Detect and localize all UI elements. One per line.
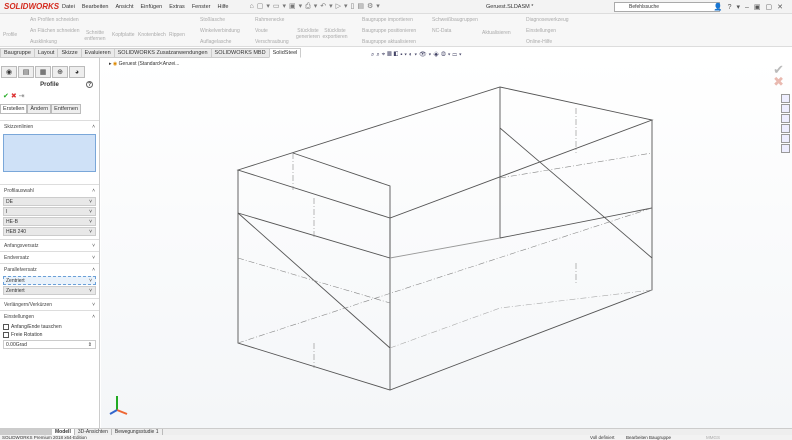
menu-ansicht[interactable]: Ansicht (115, 4, 133, 10)
command-search-input[interactable]: Befehlssuche (614, 2, 720, 12)
section-einstellungen[interactable]: Einstellungen (4, 314, 34, 320)
stosslasche-button[interactable]: Stoßlasche (200, 17, 225, 23)
section-parallelversatz[interactable]: Parallelversatz (4, 267, 37, 273)
menu-fenster[interactable]: Fenster (192, 4, 211, 10)
title-bar: SOLIDWORKS Datei Bearbeiten Ansicht Einfüge… (0, 0, 792, 14)
tab-skizze[interactable]: Skizze (57, 48, 82, 58)
series-select[interactable]: HE-B ˅ (3, 217, 96, 226)
subtab-entfernen[interactable]: Entfernen (51, 104, 82, 114)
einstellungen-button[interactable]: Einstellungen (526, 28, 556, 34)
tab-mbd[interactable]: SOLIDWORKS MBD (210, 48, 270, 58)
property-manager: ◉ ▤ ▦ ⊕ ◕ Profile? ✔ ✖ ⇥ Erstellen Ändern En… (0, 58, 100, 428)
profile-button[interactable]: Profile (3, 32, 17, 38)
status-mode: Bearbeiten Baugruppe (626, 435, 672, 440)
an-flaechen-schneiden-button[interactable]: An Flächen schneiden (30, 28, 79, 34)
standard-select[interactable]: DE ˅ (3, 197, 96, 206)
app-logo: SOLIDWORKS (4, 2, 60, 11)
nc-data-button[interactable]: NC-Data (432, 28, 451, 34)
auflagelasche-button[interactable]: Auflagelasche (200, 39, 231, 45)
kopfplatte-button[interactable]: Kopfplatte (112, 32, 135, 38)
quick-access-toolbar[interactable]: ⌂▢▾▭▾▣▾⎙▾↶▾▷▾▯▤⚙▾ (249, 2, 382, 11)
parallel-offset-select-2[interactable]: Zentriert ˅ (3, 286, 96, 295)
an-profilen-schneiden-button[interactable]: An Profilen schneiden (30, 17, 79, 23)
baugruppe-aktualisieren-button[interactable]: Baugruppe aktualisieren (362, 39, 416, 45)
sketch-lines-list[interactable] (3, 134, 96, 172)
free-rotation-checkbox[interactable]: Freie Rotation (3, 332, 96, 338)
size-select[interactable]: HEB 240 ˅ (3, 227, 96, 236)
menu-bearbeiten[interactable]: Bearbeiten (82, 4, 109, 10)
status-bar: SOLIDWORKS Premium 2018 x64-Edition Voll… (0, 435, 792, 440)
status-defined: Voll definiert (590, 435, 615, 440)
menu-hilfe[interactable]: Hilfe (217, 4, 228, 10)
tab-solidsteel[interactable]: SolidSteel (268, 48, 302, 58)
menu-datei[interactable]: Datei (62, 4, 75, 10)
status-units[interactable]: MMGS (706, 435, 720, 440)
voute-button[interactable]: Voute (255, 28, 268, 34)
subtab-aendern[interactable]: Ändern (27, 104, 52, 114)
menu-einfuegen[interactable]: Einfügen (141, 4, 163, 10)
section-verlaengern[interactable]: Verlängern/Verkürzen (4, 302, 52, 308)
verschraubung-button[interactable]: Verschraubung (255, 39, 289, 45)
aktualisieren-button[interactable]: Aktualisieren (482, 30, 511, 36)
pin-icon[interactable]: ⇥ (19, 93, 25, 100)
window-controls[interactable]: 👤?▾–▣▢✕ (714, 3, 788, 11)
stueckliste-exportieren-button[interactable]: Stückliste exportieren (322, 28, 348, 40)
winkelverbindung-button[interactable]: Winkelverbindung (200, 28, 240, 34)
status-edition: SOLIDWORKS Premium 2018 x64-Edition (2, 435, 87, 440)
bottom-tabs: Modell 3D-Ansichten Bewegungsstudie 1 (0, 428, 792, 435)
document-title: Geruest.SLDASM * (486, 3, 534, 10)
rahmenecke-button[interactable]: Rahmenecke (255, 17, 284, 23)
ausklinkung-button[interactable]: Ausklinkung (30, 39, 57, 45)
property-manager-tab-icon[interactable]: ▤ (18, 66, 34, 78)
parallel-offset-select-1[interactable]: Zentriert ˅ (3, 276, 96, 285)
tab-zusatzanwendungen[interactable]: SOLIDWORKS Zusatzanwendungen (113, 48, 212, 58)
section-endversatz[interactable]: Endversatz (4, 255, 29, 261)
section-profilauswahl[interactable]: Profilauswahl (4, 188, 34, 194)
online-hilfe-button[interactable]: Online-Hilfe (526, 39, 552, 45)
rippen-button[interactable]: Rippen (169, 32, 185, 38)
type-select[interactable]: I ˅ (3, 207, 96, 216)
cancel-icon[interactable]: ✖ (11, 93, 17, 100)
baugruppe-positionieren-button[interactable]: Baugruppe positionieren (362, 28, 416, 34)
knotenblech-button[interactable]: Knotenblech (138, 32, 166, 38)
graphics-area[interactable]: ▸ ◉ Geruest (Standard<Anzei... ⌕⌕⌖▦◧▪▾◐▾… (101, 52, 792, 428)
rotation-angle-input[interactable]: 0.00Grad ⇕ (3, 340, 96, 349)
tab-layout[interactable]: Layout (33, 48, 59, 58)
command-manager-tabs: Baugruppe Layout Skizze Evaluieren SOLID… (0, 48, 302, 58)
axis-triad-icon (109, 396, 128, 415)
schweissbaugruppen-button[interactable]: Schweißbaugruppen (432, 17, 478, 23)
section-anfangsversatz[interactable]: Anfangsversatz (4, 243, 38, 249)
ok-icon[interactable]: ✔ (3, 93, 9, 100)
display-manager-tab-icon[interactable]: ◕ (69, 66, 85, 78)
schnitte-entfernen-button[interactable]: Schnitte entfernen (84, 30, 106, 42)
configuration-tab-icon[interactable]: ▦ (35, 66, 51, 78)
frame-wireframe (236, 86, 654, 391)
dimxpert-tab-icon[interactable]: ⊕ (52, 66, 68, 78)
panel-title: Profile (40, 82, 59, 88)
section-skizzenlinien[interactable]: Skizzenlinien (4, 124, 33, 130)
baugruppe-importieren-button[interactable]: Baugruppe importieren (362, 17, 413, 23)
ribbon: Profile An Profilen schneiden An Flächen… (0, 14, 792, 47)
tab-evaluieren[interactable]: Evaluieren (80, 48, 115, 58)
help-icon[interactable]: ? (86, 81, 93, 88)
stueckliste-generieren-button[interactable]: Stückliste generieren (296, 28, 320, 40)
feature-tree-tab-icon[interactable]: ◉ (1, 66, 17, 78)
swap-start-end-checkbox[interactable]: Anfang/Ende tauschen (3, 324, 96, 330)
tab-baugruppe[interactable]: Baugruppe (0, 48, 35, 58)
menu-extras[interactable]: Extras (169, 4, 185, 10)
subtab-erstellen[interactable]: Erstellen (0, 104, 28, 114)
diagnosewerkzeug-button[interactable]: Diagnosewerkzeug (526, 17, 569, 23)
menu-bar: Datei Bearbeiten Ansicht Einfügen Extras Fens… (62, 4, 235, 10)
